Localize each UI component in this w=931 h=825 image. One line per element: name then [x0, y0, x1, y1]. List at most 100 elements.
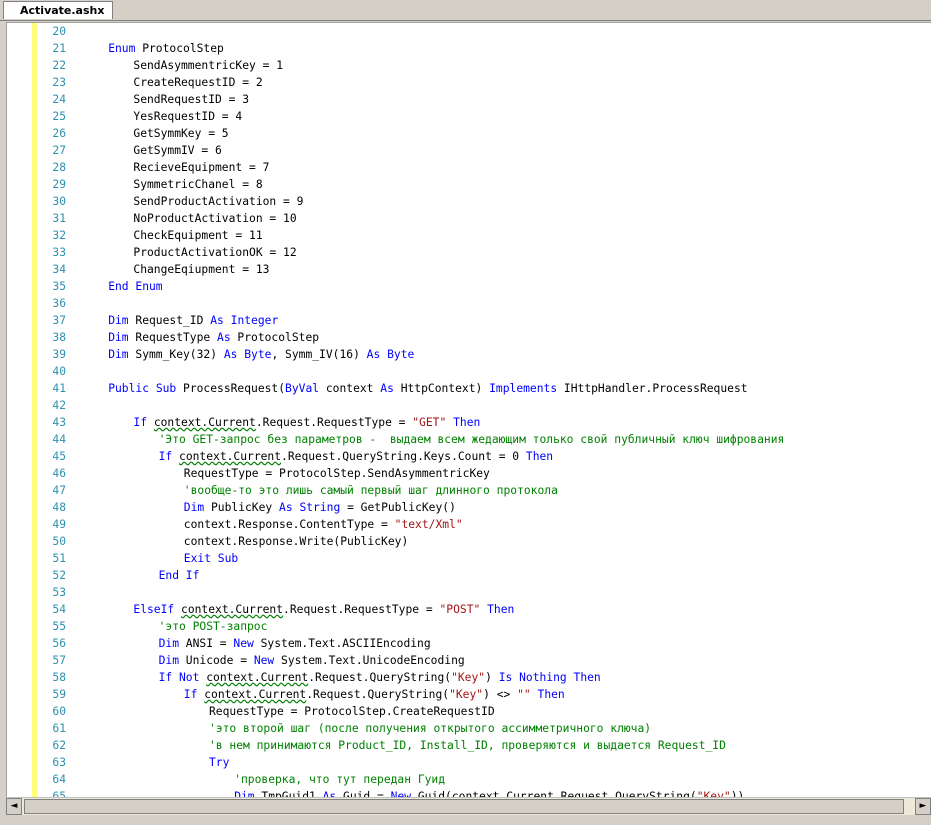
code-editor[interactable]: 20 21 Enum ProtocolStep 22 SendAsymmentricKe… — [6, 22, 931, 797]
scrollbar-thumb[interactable] — [24, 799, 904, 814]
code-line[interactable]: 55 'это POST-запрос — [7, 618, 931, 635]
code-text: YesRequestID = 4 — [133, 108, 242, 125]
code-text: Dim Unicode = New System.Text.UnicodeEnc… — [159, 652, 465, 669]
code-line[interactable]: 49 context.Response.ContentType = "text/X… — [7, 516, 931, 533]
code-text: 'в нем принимаются Product_ID, Install_I… — [209, 737, 726, 754]
keyword-token: Is Nothing Then — [498, 671, 601, 684]
keyword-token: Byte — [387, 348, 415, 361]
code-line[interactable]: 33 ProductActivationOK = 12 — [7, 244, 931, 261]
code-line[interactable]: 27 GetSymmIV = 6 — [7, 142, 931, 159]
code-line[interactable]: 47 'вообще-то это лишь самый первый шаг д… — [7, 482, 931, 499]
code-line[interactable]: 28 RecieveEquipment = 7 — [7, 159, 931, 176]
code-token: IHttpHandler.ProcessRequest — [557, 382, 748, 395]
code-text: SendAsymmentricKey = 1 — [133, 57, 283, 74]
code-token: CheckEquipment = 11 — [133, 229, 263, 242]
code-line[interactable]: 37 Dim Request_ID As Integer — [7, 312, 931, 329]
keyword-token: Dim — [158, 637, 179, 650]
code-line[interactable]: 60 RequestType = ProtocolStep.CreateReque… — [7, 703, 931, 720]
code-line[interactable]: 54 ElseIf context.Current.Request.Request… — [7, 601, 931, 618]
code-line[interactable]: 38 Dim RequestType As ProtocolStep — [7, 329, 931, 346]
code-line[interactable]: 52 End If — [7, 567, 931, 584]
code-line[interactable]: 32 CheckEquipment = 11 — [7, 227, 931, 244]
code-line[interactable]: 23 CreateRequestID = 2 — [7, 74, 931, 91]
keyword-token: Dim — [108, 314, 129, 327]
line-number: 25 — [52, 110, 66, 123]
string-token: "text/Xml" — [394, 518, 463, 531]
keyword-token: If — [133, 416, 147, 429]
code-line[interactable]: 41 Public Sub ProcessRequest(ByVal contex… — [7, 380, 931, 397]
code-line[interactable]: 48 Dim PublicKey As String = GetPublicKey… — [7, 499, 931, 516]
keyword-token: ByVal — [285, 382, 320, 395]
code-line[interactable]: 58 If Not context.Current.Request.QuerySt… — [7, 669, 931, 686]
code-line[interactable]: 46 RequestType = ProtocolStep.SendAsymmen… — [7, 465, 931, 482]
code-line[interactable]: 51 Exit Sub — [7, 550, 931, 567]
code-line[interactable]: 53 — [7, 584, 931, 601]
keyword-token: Implements — [489, 382, 558, 395]
code-token: .Request.QueryString.Keys.Count = 0 — [281, 450, 526, 463]
code-token: , Symm_IV(16) — [271, 348, 367, 361]
line-number: 27 — [52, 144, 66, 157]
keyword-token: Dim — [183, 501, 205, 514]
code-line[interactable]: 21 Enum ProtocolStep — [7, 40, 931, 57]
code-token: RecieveEquipment = 7 — [133, 161, 270, 174]
code-token: context — [319, 382, 381, 395]
code-token: SendRequestID = 3 — [133, 93, 250, 106]
code-token: context.Current — [153, 416, 256, 429]
line-number: 39 — [52, 348, 66, 361]
document-tab[interactable]: Activate.ashx — [3, 1, 114, 19]
code-line[interactable]: 34 ChangeEqiupment = 13 — [7, 261, 931, 278]
line-number: 20 — [52, 25, 66, 38]
code-text: Dim Request_ID As Integer — [108, 312, 278, 329]
keyword-token: Dim — [108, 348, 129, 361]
keyword-token: As — [322, 790, 337, 797]
keyword-token: New — [390, 790, 412, 797]
code-line[interactable]: 65 Dim TmpGuid1 As Guid = New Guid(contex… — [7, 788, 931, 797]
keyword-token: Integer — [230, 314, 279, 327]
code-line[interactable]: 56 Dim ANSI = New System.Text.ASCIIEncodi… — [7, 635, 931, 652]
code-line[interactable]: 40 — [7, 363, 931, 380]
code-line[interactable]: 39 Dim Symm_Key(32) As Byte, Symm_IV(16) … — [7, 346, 931, 363]
code-token: Guid = — [336, 790, 391, 797]
code-line[interactable]: 36 — [7, 295, 931, 312]
horizontal-scrollbar[interactable]: ◄ ► — [6, 797, 931, 815]
code-token: System.Text.ASCIIEncoding — [253, 637, 431, 650]
code-line[interactable]: 24 SendRequestID = 3 — [7, 91, 931, 108]
code-line[interactable]: 45 If context.Current.Request.QueryString… — [7, 448, 931, 465]
code-line[interactable]: 35 End Enum — [7, 278, 931, 295]
code-line[interactable]: 59 If context.Current.Request.QueryString… — [7, 686, 931, 703]
line-number: 55 — [52, 620, 66, 633]
code-line[interactable]: 30 SendProductActivation = 9 — [7, 193, 931, 210]
code-line[interactable]: 43 If context.Current.Request.RequestType… — [7, 414, 931, 431]
string-token: "Key" — [449, 688, 484, 701]
code-line[interactable]: 44 'Это GET-запрос без параметров - выдае… — [7, 431, 931, 448]
code-line[interactable]: 25 YesRequestID = 4 — [7, 108, 931, 125]
code-line[interactable]: 63 Try — [7, 754, 931, 771]
code-line[interactable]: 42 — [7, 397, 931, 414]
line-number: 64 — [52, 773, 66, 786]
code-line[interactable]: 62 'в нем принимаются Product_ID, Install… — [7, 737, 931, 754]
code-line[interactable]: 57 Dim Unicode = New System.Text.UnicodeE… — [7, 652, 931, 669]
code-line[interactable]: 61 'это второй шаг (после получения откры… — [7, 720, 931, 737]
scroll-right-arrow-icon[interactable]: ► — [915, 798, 931, 815]
line-number: 30 — [52, 195, 66, 208]
code-line[interactable]: 20 — [7, 23, 931, 40]
code-line[interactable]: 50 context.Response.Write(PublicKey) — [7, 533, 931, 550]
code-token: context.Current — [179, 450, 282, 463]
code-token: ChangeEqiupment = 13 — [133, 263, 270, 276]
code-line[interactable]: 31 NoProductActivation = 10 — [7, 210, 931, 227]
code-token: .Request.QueryString( — [308, 671, 452, 684]
code-line[interactable]: 64 'проверка, что тут передан Гуид — [7, 771, 931, 788]
code-line[interactable]: 22 SendAsymmentricKey = 1 — [7, 57, 931, 74]
code-text: context.Response.ContentType = "text/Xml… — [184, 516, 463, 533]
scroll-left-arrow-icon[interactable]: ◄ — [6, 798, 22, 815]
code-line[interactable]: 29 SymmetricChanel = 8 — [7, 176, 931, 193]
code-token: RequestType = ProtocolStep.SendAsymmentr… — [183, 467, 490, 480]
document-tab-bar: Activate.ashx — [0, 0, 931, 21]
code-token: )) — [730, 790, 745, 797]
line-number: 40 — [52, 365, 66, 378]
line-number: 35 — [52, 280, 66, 293]
code-line[interactable]: 26 GetSymmKey = 5 — [7, 125, 931, 142]
